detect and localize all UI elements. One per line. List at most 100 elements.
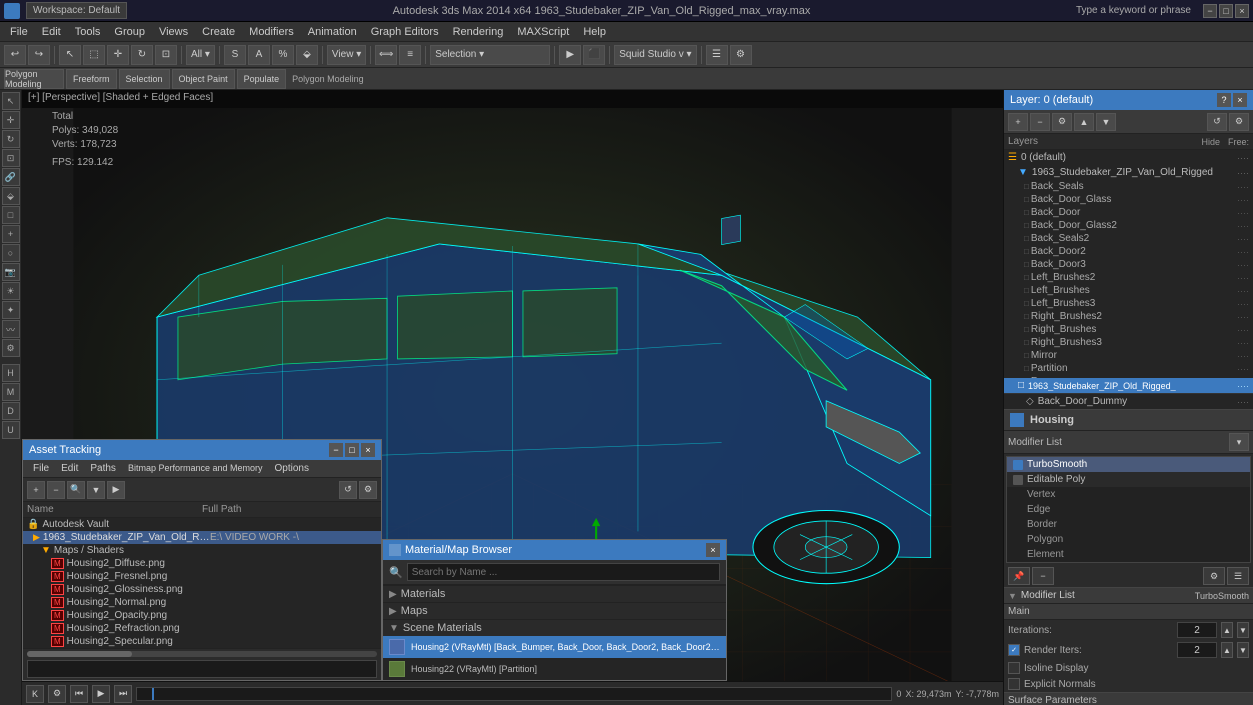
layer-item-8[interactable]: □Left_Brushes····: [1004, 284, 1253, 297]
layer-item-1[interactable]: □Back_Door_Glass····: [1004, 193, 1253, 206]
mod-tools[interactable]: ⚙: [1203, 567, 1225, 585]
layer-item-3[interactable]: □Back_Door_Glass2····: [1004, 219, 1253, 232]
asset-row-opacity[interactable]: M Housing2_Opacity.png: [23, 609, 381, 622]
mat-section-scene[interactable]: ▼ Scene Materials: [383, 619, 726, 636]
undo-button[interactable]: ↩: [4, 45, 26, 65]
move-button[interactable]: ✛: [107, 45, 129, 65]
asset-collapse-btn[interactable]: ▶: [107, 481, 125, 499]
asset-maximize[interactable]: □: [345, 443, 359, 457]
stop-button[interactable]: ⬛: [583, 45, 605, 65]
helpers-tool[interactable]: ✦: [2, 301, 20, 319]
align-button[interactable]: ≡: [399, 45, 421, 65]
bottom-layer-row[interactable]: ◇ Back_Door_Dummy ····: [1004, 393, 1253, 409]
shapes-tool[interactable]: ○: [2, 244, 20, 262]
mat-search-input[interactable]: [407, 563, 720, 581]
layer-item-5[interactable]: □Back_Door2····: [1004, 245, 1253, 258]
populate-tab[interactable]: Populate: [237, 69, 287, 89]
select-region-button[interactable]: ⬚: [83, 45, 105, 65]
asset-expand-btn[interactable]: ▼: [87, 481, 105, 499]
asset-settings-btn[interactable]: ⚙: [359, 481, 377, 499]
minimize-button[interactable]: −: [1203, 4, 1217, 18]
angle-snap[interactable]: A: [248, 45, 270, 65]
time-config[interactable]: ⚙: [48, 685, 66, 703]
asset-row-main-file[interactable]: ▶ 1963_Studebaker_ZIP_Van_Old_Rigged_max…: [23, 531, 381, 544]
scale-button[interactable]: ⊡: [155, 45, 177, 65]
menu-graph-editors[interactable]: Graph Editors: [365, 24, 445, 40]
space-warps[interactable]: 〰: [2, 320, 20, 338]
close-button[interactable]: ×: [1235, 4, 1249, 18]
mat-section-maps[interactable]: ▶ Maps: [383, 602, 726, 619]
mod-pin[interactable]: 📌: [1008, 567, 1030, 585]
mod-polygon[interactable]: Polygon: [1007, 532, 1250, 547]
utilities-btn[interactable]: U: [2, 421, 20, 439]
isoline-checkbox[interactable]: [1008, 662, 1020, 674]
selected-layer-row[interactable]: □ 1963_Studebaker_ZIP_Old_Rigged_ ····: [1004, 378, 1253, 393]
mod-instances[interactable]: ☰: [1227, 567, 1249, 585]
menu-help[interactable]: Help: [577, 24, 612, 40]
asset-row-vault[interactable]: 🔒 Autodesk Vault: [23, 518, 381, 531]
iterations-down[interactable]: ▼: [1237, 622, 1249, 638]
prev-frame[interactable]: ⏮: [70, 685, 88, 703]
select-tool[interactable]: ↖: [2, 92, 20, 110]
render-iters-up[interactable]: ▲: [1221, 642, 1233, 658]
mod-editable-poly[interactable]: Editable Poly: [1007, 472, 1250, 487]
mod-remove[interactable]: −: [1032, 567, 1054, 585]
asset-menu-paths[interactable]: Paths: [84, 460, 122, 477]
menu-tools[interactable]: Tools: [69, 24, 107, 40]
view-dropdown[interactable]: View ▾: [327, 45, 366, 65]
menu-maxscript[interactable]: MAXScript: [511, 24, 575, 40]
layer-close[interactable]: ×: [1233, 93, 1247, 107]
asset-add-btn[interactable]: +: [27, 481, 45, 499]
menu-edit[interactable]: Edit: [36, 24, 67, 40]
menu-create[interactable]: Create: [196, 24, 241, 40]
snap-toggle[interactable]: S: [224, 45, 246, 65]
mat-browser-close[interactable]: ×: [706, 543, 720, 557]
layer-item-13[interactable]: □Mirror····: [1004, 349, 1253, 362]
menu-group[interactable]: Group: [108, 24, 151, 40]
link-tool[interactable]: 🔗: [2, 168, 20, 186]
settings-button[interactable]: ⚙: [730, 45, 752, 65]
hierarchy-btn[interactable]: H: [2, 364, 20, 382]
layer-item-10[interactable]: □Right_Brushes2····: [1004, 310, 1253, 323]
render-iters-checkbox[interactable]: ✓: [1008, 644, 1020, 656]
create-tool[interactable]: +: [2, 225, 20, 243]
render-iters-value[interactable]: 2: [1177, 642, 1217, 658]
render-iters-down[interactable]: ▼: [1237, 642, 1249, 658]
mod-border[interactable]: Border: [1007, 517, 1250, 532]
explicit-normals-checkbox[interactable]: [1008, 678, 1020, 690]
percent-snap[interactable]: %: [272, 45, 294, 65]
timeline[interactable]: [136, 687, 892, 701]
asset-row-diffuse[interactable]: M Housing2_Diffuse.png: [23, 557, 381, 570]
scale-tool[interactable]: ⊡: [2, 149, 20, 167]
play-anim[interactable]: ▶: [92, 685, 110, 703]
rotate-tool[interactable]: ↻: [2, 130, 20, 148]
freeform-tab[interactable]: Freeform: [66, 69, 117, 89]
next-frame[interactable]: ⏭: [114, 685, 132, 703]
bind-tool[interactable]: ⬙: [2, 187, 20, 205]
asset-menu-bitmap-perf[interactable]: Bitmap Performance and Memory: [122, 460, 269, 477]
filter-dropdown[interactable]: All ▾: [186, 45, 215, 65]
menu-file[interactable]: File: [4, 24, 34, 40]
layer-item-7[interactable]: □Left_Brushes2····: [1004, 271, 1253, 284]
menu-animation[interactable]: Animation: [302, 24, 363, 40]
asset-refresh-btn[interactable]: ↺: [339, 481, 357, 499]
motion-btn[interactable]: M: [2, 383, 20, 401]
selection-dropdown[interactable]: Selection ▾: [430, 45, 550, 65]
asset-row-fresnel[interactable]: M Housing2_Fresnel.png: [23, 570, 381, 583]
layer-move-down[interactable]: ▼: [1096, 113, 1116, 131]
layer-item-4[interactable]: □Back_Seals2····: [1004, 232, 1253, 245]
layer-item-default[interactable]: ☰ 0 (default) ····: [1004, 150, 1253, 165]
layer-options[interactable]: ⚙: [1229, 113, 1249, 131]
asset-scrollbar-thumb[interactable]: [27, 651, 132, 657]
edit-geo[interactable]: □: [2, 206, 20, 224]
asset-find-btn[interactable]: 🔍: [67, 481, 85, 499]
systems-tool[interactable]: ⚙: [2, 339, 20, 357]
asset-row-maps-folder[interactable]: ▼ Maps / Shaders: [23, 544, 381, 557]
mat-section-materials[interactable]: ▶ Materials: [383, 585, 726, 602]
asset-scroll-area[interactable]: [23, 648, 381, 658]
rotate-button[interactable]: ↻: [131, 45, 153, 65]
menu-modifiers[interactable]: Modifiers: [243, 24, 300, 40]
mod-edge[interactable]: Edge: [1007, 502, 1250, 517]
layer-help[interactable]: ?: [1217, 93, 1231, 107]
mod-turbosmoothmod[interactable]: TurboSmooth: [1007, 457, 1250, 472]
